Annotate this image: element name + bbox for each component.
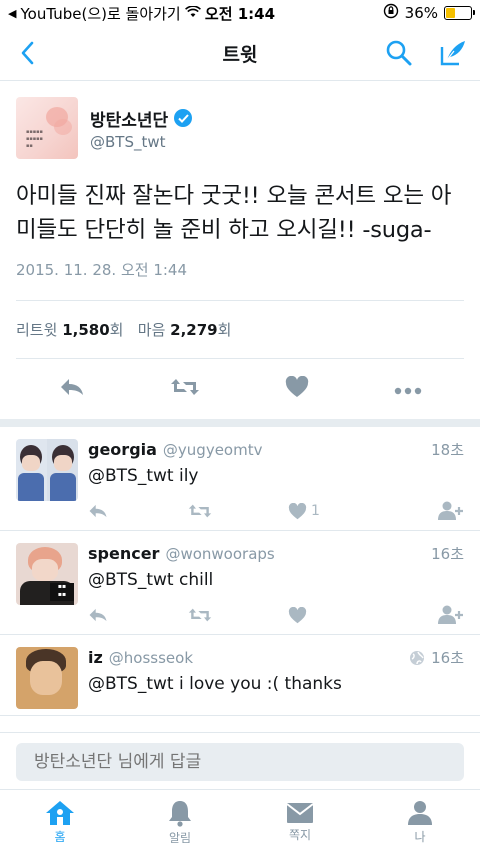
globe-icon xyxy=(410,650,425,665)
home-icon xyxy=(46,800,74,825)
reply-item[interactable]: georgia @yugyeomtv 18초 @BTS_twt ily 1 xyxy=(0,427,480,531)
tab-bar: 홈 알림 쪽지 나 xyxy=(0,789,480,854)
reply-handle: @hossseok xyxy=(108,648,194,667)
tab-label: 홈 xyxy=(54,829,66,844)
reply-input[interactable] xyxy=(16,743,464,781)
compose-button[interactable] xyxy=(436,36,470,70)
retweet-icon xyxy=(188,504,212,518)
chevron-left-icon xyxy=(21,41,34,65)
follow-person-plus-icon xyxy=(438,501,463,520)
retweet-count: 1,580 xyxy=(62,321,110,339)
tab-label: 나 xyxy=(414,829,426,844)
rotation-lock-icon xyxy=(383,3,399,23)
reply-item[interactable]: iz @hossseok 16초 @BTS_twt i love you :( … xyxy=(0,635,480,716)
like-button[interactable] xyxy=(285,375,309,402)
verified-badge-icon xyxy=(174,109,193,127)
tab-messages[interactable]: 쪽지 xyxy=(240,790,360,854)
replies-list: georgia @yugyeomtv 18초 @BTS_twt ily 1 ▪▪… xyxy=(0,427,480,716)
envelope-icon xyxy=(286,802,314,823)
more-button[interactable] xyxy=(394,380,422,399)
reply-reply-button[interactable] xyxy=(88,607,188,623)
search-icon xyxy=(386,40,412,66)
retweet-stat[interactable]: 리트윗 1,580회 xyxy=(16,321,123,339)
tweet-timestamp: 2015. 11. 28. 오전 1:44 xyxy=(16,259,464,301)
reply-handle: @wonwooraps xyxy=(165,544,275,563)
tab-me[interactable]: 나 xyxy=(360,790,480,854)
back-app-label: YouTube(으)로 돌아가기 xyxy=(20,4,181,23)
reply-retweet-button[interactable] xyxy=(188,607,288,623)
follow-person-plus-icon xyxy=(438,605,463,624)
reply-text: @BTS_twt ily xyxy=(88,466,199,486)
wifi-icon xyxy=(184,4,201,22)
follow-button[interactable] xyxy=(438,605,464,625)
nav-bar: 트윗 xyxy=(0,26,480,81)
tweet-stats: 리트윗 1,580회 마음 2,279회 xyxy=(16,301,464,359)
reply-time: 16초 xyxy=(431,545,464,563)
reply-text: @BTS_twt chill xyxy=(88,570,214,590)
back-to-app[interactable]: ◀ YouTube(으)로 돌아가기 xyxy=(8,3,201,24)
follow-button[interactable] xyxy=(438,501,464,521)
reply-time: 16초 xyxy=(431,649,464,667)
tweet-text: 아미들 진짜 잘논다 굿굿!! 오늘 콘서트 오는 아미들도 단단히 놀 준비 … xyxy=(16,183,452,243)
author-name: 방탄소년단 xyxy=(90,110,169,131)
reply-avatar[interactable] xyxy=(16,439,78,501)
reply-time: 18초 xyxy=(431,441,464,459)
reply-like-count: 1 xyxy=(311,503,320,519)
reply-time-wrap: 16초 xyxy=(409,647,464,668)
tab-label: 알림 xyxy=(168,830,192,845)
heart-icon xyxy=(288,606,307,623)
person-icon xyxy=(408,800,432,825)
reply-name[interactable]: spencer xyxy=(88,544,159,563)
reply-retweet-button[interactable] xyxy=(188,503,288,519)
heart-icon xyxy=(288,502,307,519)
like-stat[interactable]: 마음 2,279회 xyxy=(138,321,232,339)
back-button[interactable] xyxy=(10,36,44,70)
retweet-button[interactable] xyxy=(170,377,200,401)
heart-icon xyxy=(285,375,308,397)
reply-handle: @yugyeomtv xyxy=(162,440,263,459)
back-triangle-icon: ◀ xyxy=(8,6,17,20)
album-cover-text: ▪▪▪▪▪ ▪▪▪▪▪ ▪▪ xyxy=(26,129,43,149)
tab-home[interactable]: 홈 xyxy=(0,790,120,854)
reply-avatar[interactable] xyxy=(16,647,78,709)
more-dots-icon xyxy=(394,387,421,394)
author-avatar[interactable]: ▪▪▪▪▪ ▪▪▪▪▪ ▪▪ xyxy=(16,97,78,159)
battery-icon xyxy=(444,6,475,20)
reply-button[interactable] xyxy=(59,377,85,401)
tab-label: 쪽지 xyxy=(288,827,312,842)
reply-icon xyxy=(89,504,107,518)
reply-reply-button[interactable] xyxy=(88,503,188,519)
reply-text: @BTS_twt i love you :( thanks xyxy=(88,674,342,694)
tab-notifications[interactable]: 알림 xyxy=(120,790,240,854)
reply-name[interactable]: georgia xyxy=(88,440,157,459)
reply-like-button[interactable]: 1 xyxy=(288,502,388,520)
author-handle: @BTS_twt xyxy=(90,132,166,151)
reply-composer xyxy=(0,732,480,791)
like-count: 2,279 xyxy=(170,321,218,339)
battery-percent: 36% xyxy=(404,4,438,22)
reply-item[interactable]: ▪▪ ▪▪ spencer @wonwooraps 16초 @BTS_twt ch… xyxy=(0,531,480,635)
status-bar: ◀ YouTube(으)로 돌아가기 오전 1:44 36% xyxy=(0,0,480,26)
retweet-icon xyxy=(188,608,212,622)
compose-quill-icon xyxy=(440,41,465,66)
reply-name[interactable]: iz xyxy=(88,648,103,667)
tweet-actions xyxy=(0,359,480,427)
reply-icon xyxy=(89,608,107,622)
main-tweet: ▪▪▪▪▪ ▪▪▪▪▪ ▪▪ 방탄소년단 @BTS_twt 아미들 진짜 잘논다 굿… xyxy=(0,81,480,427)
reply-like-button[interactable] xyxy=(288,606,388,624)
retweet-icon xyxy=(170,379,199,395)
tweet-author[interactable]: ▪▪▪▪▪ ▪▪▪▪▪ ▪▪ 방탄소년단 @BTS_twt xyxy=(16,97,464,159)
reply-avatar[interactable]: ▪▪ ▪▪ xyxy=(16,543,78,605)
reply-icon xyxy=(60,379,83,395)
avatar-badge-text: ▪▪ ▪▪ xyxy=(50,583,74,601)
search-button[interactable] xyxy=(382,36,416,70)
bell-icon xyxy=(169,800,191,827)
